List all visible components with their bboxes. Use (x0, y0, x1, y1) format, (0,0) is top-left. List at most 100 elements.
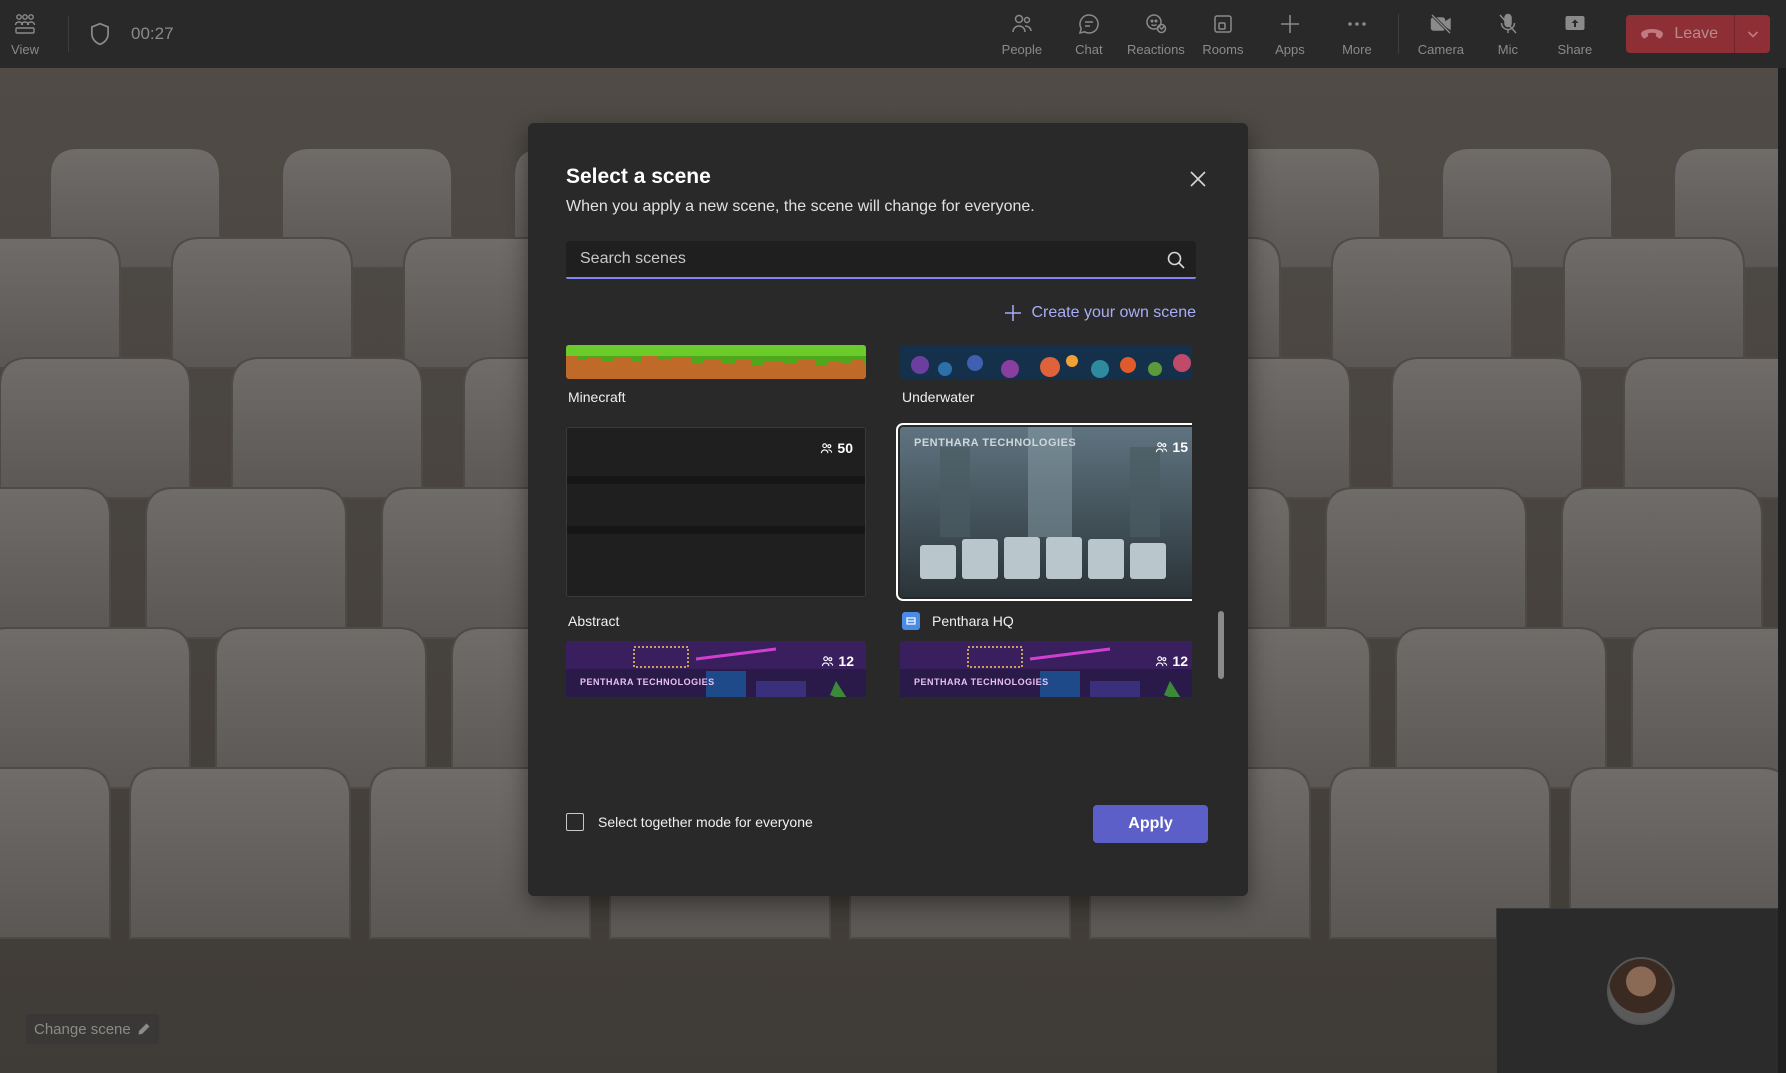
seat-back (146, 488, 346, 638)
seat-back (1332, 238, 1512, 368)
create-own-scene-label: Create your own scene (1031, 304, 1196, 322)
scene-card-abstract[interactable]: 50 Abstract (566, 427, 866, 627)
scene-card-underwater[interactable]: Underwater (900, 345, 1192, 407)
change-scene-label: Change scene (34, 1021, 131, 1038)
scene-list-scrollbar[interactable] (1218, 611, 1224, 679)
leave-label: Leave (1674, 25, 1718, 43)
people-icon (821, 655, 834, 668)
phone-hangup-icon (1640, 27, 1664, 41)
reactions-button[interactable]: Reactions (1122, 0, 1189, 68)
seat-back (1632, 628, 1778, 788)
camera-button[interactable]: Camera (1407, 0, 1474, 68)
view-button[interactable]: View (0, 0, 50, 68)
apps-button[interactable]: Apps (1256, 0, 1323, 68)
seat-back (0, 628, 190, 788)
scene-card-fun-activity-2[interactable]: PENTHARA TECHNOLOGIES 12 (900, 641, 1192, 697)
avatar (1607, 957, 1675, 1025)
reactions-label: Reactions (1127, 42, 1185, 57)
together-mode-option[interactable]: Select together mode for everyone (566, 813, 813, 831)
scene-card-fun-activity-1[interactable]: PENTHARA TECHNOLOGIES 12 (566, 641, 866, 697)
together-mode-checkbox[interactable] (566, 813, 584, 831)
scene-card-penthara-hq[interactable]: PENTHARA TECHNOLOGIES 15 Penthara HQ (900, 427, 1192, 627)
view-grid-icon (13, 12, 37, 36)
chat-button[interactable]: Chat (1055, 0, 1122, 68)
scene-name: Abstract (568, 613, 619, 629)
penthara-logo: PENTHARA TECHNOLOGIES (914, 437, 1076, 449)
meeting-timer: 00:27 (131, 24, 174, 44)
share-screen-icon (1563, 12, 1587, 36)
search-input[interactable] (566, 241, 1146, 277)
mic-button[interactable]: Mic (1474, 0, 1541, 68)
toolbar-actions: People Chat Reactions Rooms (988, 0, 1786, 68)
scene-thumbnail: PENTHARA TECHNOLOGIES 15 (900, 427, 1192, 597)
scene-name: Minecraft (568, 389, 626, 405)
scene-thumbnail: PENTHARA TECHNOLOGIES 12 (566, 641, 866, 697)
chat-icon (1077, 12, 1101, 36)
window-edge (1778, 68, 1786, 1073)
seat-back (216, 628, 426, 788)
dialog-title: Select a scene (566, 165, 711, 189)
capacity-count: 12 (838, 653, 854, 669)
capacity-badge: 12 (821, 653, 854, 669)
scene-grid: Minecraft Underwater (566, 345, 1192, 697)
close-icon[interactable] (1186, 167, 1210, 191)
meeting-toolbar: View 00:27 People Chat Reactions (0, 0, 1786, 68)
leave-button[interactable]: Leave (1626, 15, 1734, 53)
scene-thumbnail (566, 345, 866, 379)
more-button[interactable]: More (1323, 0, 1390, 68)
apply-button[interactable]: Apply (1093, 805, 1208, 843)
capacity-count: 50 (837, 440, 853, 456)
plus-icon (1003, 303, 1023, 323)
capacity-badge: 50 (820, 440, 853, 456)
rooms-label: Rooms (1202, 42, 1243, 57)
capacity-count: 12 (1172, 653, 1188, 669)
more-dots-icon (1345, 12, 1369, 36)
scene-card-minecraft[interactable]: Minecraft (566, 345, 866, 407)
toolbar-divider (68, 16, 69, 52)
together-mode-label: Select together mode for everyone (598, 814, 813, 830)
dialog-subtitle: When you apply a new scene, the scene wi… (566, 198, 1035, 216)
share-label: Share (1558, 42, 1593, 57)
more-label: More (1342, 42, 1372, 57)
change-scene-button[interactable]: Change scene (26, 1014, 159, 1044)
pencil-icon (137, 1022, 151, 1036)
seat-back (172, 238, 352, 368)
scene-thumbnail (900, 345, 1192, 379)
create-own-scene-link[interactable]: Create your own scene (1003, 303, 1196, 323)
seat-back (1396, 628, 1606, 788)
seat-back (130, 768, 350, 938)
seat-back (0, 768, 110, 938)
people-button[interactable]: People (988, 0, 1055, 68)
people-label: People (1002, 42, 1042, 57)
people-icon (1155, 655, 1168, 668)
rooms-button[interactable]: Rooms (1189, 0, 1256, 68)
scene-thumbnail: 50 (566, 427, 866, 597)
seat-back (1564, 238, 1744, 368)
chat-label: Chat (1075, 42, 1102, 57)
scene-name: Underwater (902, 389, 974, 405)
mic-off-icon (1496, 12, 1520, 36)
organization-icon (902, 612, 920, 630)
search-icon[interactable] (1166, 250, 1186, 270)
shield-icon[interactable] (87, 21, 113, 47)
seat-back (232, 358, 422, 498)
camera-label: Camera (1418, 42, 1464, 57)
apps-label: Apps (1275, 42, 1305, 57)
mic-label: Mic (1498, 42, 1518, 57)
capacity-count: 15 (1172, 439, 1188, 455)
seat-back (1392, 358, 1582, 498)
toolbar-divider (1398, 14, 1399, 54)
penthara-logo: PENTHARA TECHNOLOGIES (580, 677, 715, 687)
penthara-logo: PENTHARA TECHNOLOGIES (914, 677, 1049, 687)
seat-back (0, 488, 110, 638)
leave-options-button[interactable] (1734, 15, 1770, 53)
seat-back (0, 358, 190, 498)
people-icon (1155, 441, 1168, 454)
scene-name: Penthara HQ (932, 613, 1014, 629)
camera-off-icon (1429, 12, 1453, 36)
seat-back (1562, 488, 1762, 638)
share-button[interactable]: Share (1541, 0, 1608, 68)
chevron-down-icon (1746, 27, 1760, 41)
plus-icon (1278, 12, 1302, 36)
self-video-tile[interactable] (1496, 908, 1778, 1073)
